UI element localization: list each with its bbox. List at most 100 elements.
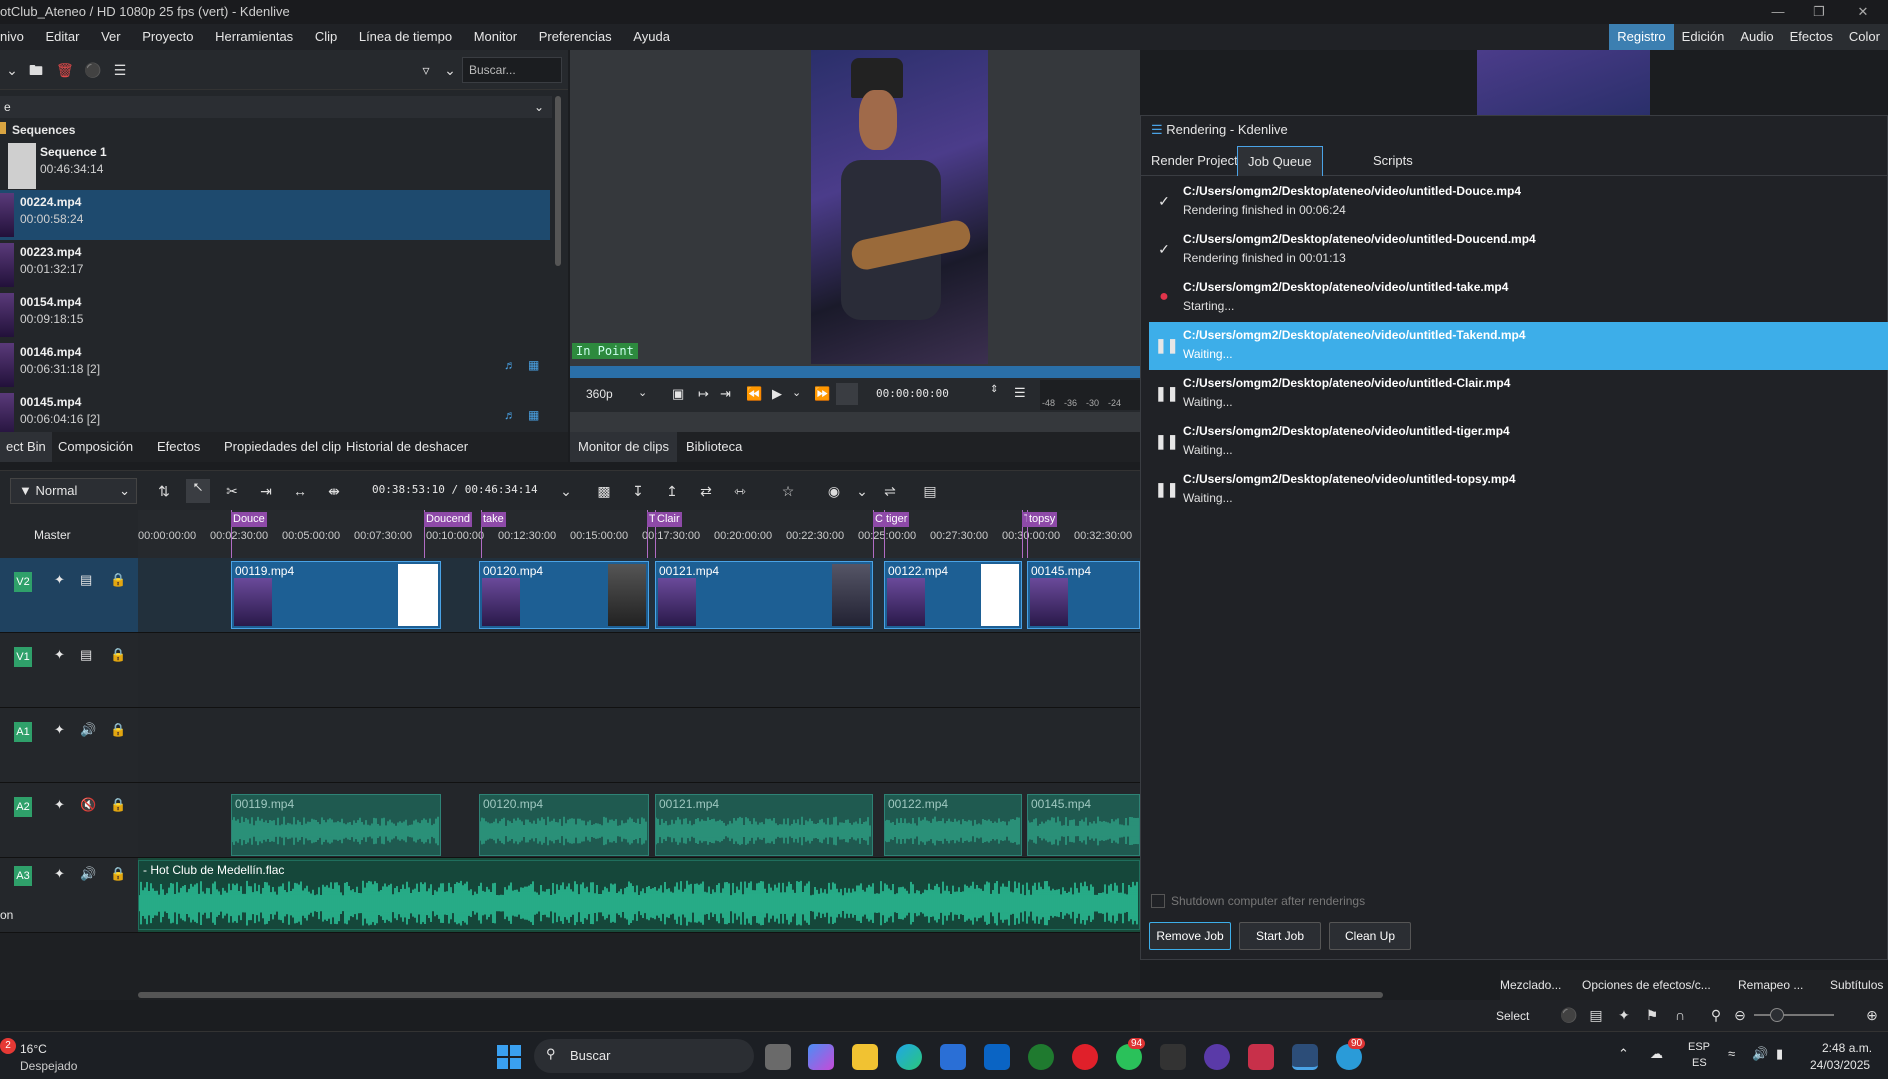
start-job-button[interactable]: Start Job [1239, 922, 1321, 950]
star-icon[interactable]: ☆ [780, 483, 796, 499]
render-job[interactable]: ✓ C:/Users/omgm2/Desktop/ateneo/video/un… [1149, 226, 1888, 274]
menu-proyecto[interactable]: Proyecto [133, 24, 202, 50]
insert-icon[interactable]: ↧ [630, 483, 646, 499]
kdenlive-icon[interactable] [1292, 1044, 1318, 1070]
join-icon[interactable]: ✦ [1616, 1007, 1632, 1023]
lang-primary[interactable]: ESP [1688, 1041, 1710, 1053]
weather-temp[interactable]: 16°C [20, 1042, 47, 1056]
extract-icon[interactable]: ⇄ [698, 483, 714, 499]
render-job[interactable]: ❚❚ C:/Users/omgm2/Desktop/ateneo/video/u… [1149, 370, 1888, 418]
track-header-a3[interactable]: A3 ✦ 🔊 🔒 on [0, 858, 138, 933]
lock-icon[interactable]: 🔒 [110, 647, 126, 663]
audio-clip[interactable]: 00119.mp4 [231, 794, 441, 856]
render-job[interactable]: ✓ C:/Users/omgm2/Desktop/ateneo/video/un… [1149, 178, 1888, 226]
tab-project-bin[interactable]: ect Bin [0, 432, 52, 462]
tray-icon[interactable]: ☁ [1650, 1046, 1663, 1062]
chevron-down-icon[interactable]: ⌄ [792, 386, 801, 399]
video-clip[interactable]: 00145.mp4 [1027, 561, 1140, 629]
video-clip[interactable]: 00121.mp4 [655, 561, 873, 629]
set-in-icon[interactable]: ↦ [698, 386, 709, 402]
effects-icon[interactable]: ✦ [54, 722, 65, 738]
tab-opciones-efectos[interactable]: Opciones de efectos/c... [1582, 970, 1711, 1000]
delete-icon[interactable]: 🗑 [56, 62, 74, 78]
lane-v1[interactable] [138, 633, 1140, 708]
menu-icon[interactable]: ☰ [112, 62, 128, 78]
track-header-a1[interactable]: A1 ✦ 🔊 🔒 [0, 708, 138, 783]
copilot-icon[interactable] [808, 1044, 834, 1070]
file-explorer-icon[interactable] [852, 1044, 878, 1070]
menu-clip[interactable]: Clip [306, 24, 346, 50]
timecode-stepper-icon[interactable]: ⇕ [990, 384, 998, 395]
terminal-icon[interactable] [1160, 1044, 1186, 1070]
weather-desc[interactable]: Despejado [20, 1059, 77, 1073]
brave-icon[interactable] [1028, 1044, 1054, 1070]
subtitle-icon[interactable]: ▤ [922, 483, 938, 499]
lane-v2[interactable]: 00119.mp4 00120.mp4 00121.mp4 00122.mp4 … [138, 558, 1140, 633]
menu-ayuda[interactable]: Ayuda [624, 24, 679, 50]
speaker-icon[interactable]: 🔊 [80, 722, 96, 738]
tab-historial[interactable]: Historial de deshacer [346, 432, 468, 462]
lock-icon[interactable]: 🔒 [110, 572, 126, 588]
zoom-slider-handle[interactable] [1770, 1008, 1784, 1022]
effects-icon[interactable]: ✦ [54, 572, 65, 588]
timeline-ruler[interactable]: 00:00:00:00 00:02:30:00 00:05:00:00 00:07:3… [138, 510, 1140, 558]
edge-icon[interactable] [896, 1044, 922, 1070]
effects-icon[interactable]: ✦ [54, 797, 65, 813]
store-icon[interactable] [940, 1044, 966, 1070]
minimize-icon[interactable]: — [1755, 0, 1801, 24]
audio-clip[interactable]: 00122.mp4 [884, 794, 1022, 856]
ws-registro[interactable]: Registro [1609, 24, 1674, 50]
speaker-icon[interactable]: 🔊 [80, 866, 96, 882]
opera-icon[interactable] [1072, 1044, 1098, 1070]
shutdown-checkbox[interactable] [1151, 894, 1165, 908]
play-icon[interactable]: ▶ [772, 386, 782, 402]
edit-mode-select[interactable]: ▼ Normal ⌄ [10, 478, 137, 504]
bin-item[interactable]: Sequence 1 00:46:34:14 [0, 140, 550, 190]
zoom-in-icon[interactable]: ⊕ [1864, 1007, 1880, 1023]
tag-icon[interactable]: ⚫ [1560, 1007, 1577, 1023]
ws-color[interactable]: Color [1841, 24, 1888, 50]
render-job[interactable]: ● C:/Users/omgm2/Desktop/ateneo/video/un… [1149, 274, 1888, 322]
taskbar-search[interactable]: ⚲ Buscar [534, 1039, 754, 1073]
bin-item[interactable]: 00146.mp4 00:06:31:18 [2] ♬ ▦ [0, 340, 550, 390]
forward-icon[interactable]: ⏩ [814, 386, 830, 402]
ws-efectos[interactable]: Efectos [1782, 24, 1841, 50]
tab-remapeo[interactable]: Remapeo ... [1738, 970, 1803, 1000]
speaker-muted-icon[interactable]: 🔇 [80, 797, 96, 813]
battery-icon[interactable]: ▮ [1776, 1046, 1783, 1062]
mixer-icon[interactable]: ⇌ [882, 483, 898, 499]
tab-scripts[interactable]: Scripts [1373, 146, 1413, 176]
track-header-v2[interactable]: V2 ✦ ▤ 🔒 [0, 558, 138, 633]
menu-ver[interactable]: Ver [92, 24, 130, 50]
tab-efectos[interactable]: Efectos [157, 432, 200, 462]
zoom-select[interactable]: 360p [586, 387, 613, 401]
effects-icon[interactable]: ✦ [54, 647, 65, 663]
chevron-down-icon[interactable]: ⌄ [854, 483, 870, 499]
volume-icon[interactable]: 🔊 [1752, 1046, 1768, 1062]
film-icon[interactable]: ▤ [80, 647, 92, 663]
effects-icon[interactable]: ✦ [54, 866, 65, 882]
monitor-timecode[interactable]: 00:00:00:00 [876, 387, 949, 400]
menu-herramientas[interactable]: Herramientas [206, 24, 302, 50]
lock-icon[interactable]: 🔒 [110, 866, 126, 882]
lock-icon[interactable]: 🔒 [110, 722, 126, 738]
crop-icon[interactable] [836, 383, 858, 405]
set-out-icon[interactable]: ⇥ [720, 386, 731, 402]
spacer-icon[interactable]: ⇅ [156, 483, 172, 499]
tab-propiedades-clip[interactable]: Propiedades del clip [224, 432, 341, 462]
maximize-icon[interactable]: ❐ [1796, 0, 1842, 24]
music-clip[interactable]: - Hot Club de Medellín.flac [138, 860, 1140, 930]
chevron-down-icon[interactable]: ⌄ [558, 483, 574, 499]
render-job[interactable]: ❚❚ C:/Users/omgm2/Desktop/ateneo/video/u… [1149, 466, 1888, 514]
bin-item[interactable]: 00223.mp4 00:01:32:17 [0, 240, 550, 290]
video-clip[interactable]: 00122.mp4 [884, 561, 1022, 629]
task-view-icon[interactable] [765, 1044, 791, 1070]
slip-icon[interactable]: ⇥ [258, 483, 274, 499]
monitor-ruler[interactable] [570, 366, 1140, 378]
close-icon[interactable]: ✕ [1840, 0, 1886, 24]
tab-monitor-clips[interactable]: Monitor de clips [570, 432, 678, 462]
app-icon[interactable] [1248, 1044, 1274, 1070]
track-header-v1[interactable]: V1 ✦ ▤ 🔒 [0, 633, 138, 708]
zoom-slider[interactable] [1754, 1008, 1834, 1022]
chevron-up-icon[interactable]: ⌃ [1618, 1046, 1629, 1062]
